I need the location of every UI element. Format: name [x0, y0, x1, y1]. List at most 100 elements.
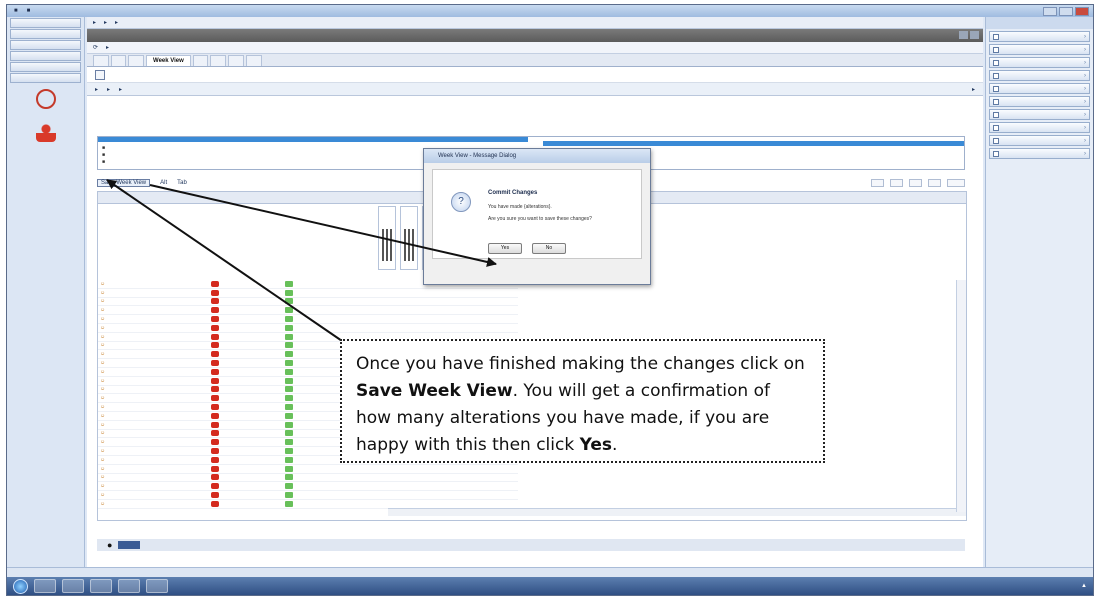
tab[interactable]: [245, 55, 262, 66]
mark-cell[interactable]: [285, 465, 293, 472]
panel-item[interactable]: ›: [989, 83, 1090, 94]
table-row[interactable]: [98, 474, 518, 483]
nav-item[interactable]: [10, 51, 81, 61]
header-button[interactable]: [970, 31, 979, 39]
table-row[interactable]: [98, 491, 518, 500]
titlebar-item[interactable]: ■: [24, 8, 34, 14]
panel-item[interactable]: ›: [989, 109, 1090, 120]
tab-button[interactable]: Tab: [177, 180, 187, 186]
mark-cell[interactable]: [285, 421, 293, 428]
toolbar-item[interactable]: ▸: [119, 86, 122, 93]
pupil-name[interactable]: [98, 334, 203, 340]
titlebar-item[interactable]: ■: [11, 8, 21, 14]
panel-item[interactable]: ›: [989, 31, 1090, 42]
mark-cell[interactable]: [285, 386, 293, 393]
panel-item[interactable]: ›: [989, 96, 1090, 107]
grid-tool[interactable]: [908, 179, 922, 187]
pupil-name[interactable]: [98, 404, 203, 410]
table-row[interactable]: [98, 324, 518, 333]
filter-bar[interactable]: [98, 137, 528, 142]
start-orb-icon[interactable]: [13, 578, 28, 594]
taskbar-app[interactable]: [90, 579, 112, 593]
refresh-icon[interactable]: ⟳: [93, 44, 98, 51]
close-button[interactable]: [1075, 6, 1089, 16]
tab-week-view[interactable]: Week View: [146, 55, 191, 66]
grid-tool[interactable]: [889, 179, 903, 187]
save-week-view-button[interactable]: Save Week View: [97, 179, 151, 187]
header-button[interactable]: [959, 31, 968, 39]
date-range[interactable]: ▸: [972, 86, 975, 93]
registration-tab[interactable]: [118, 541, 141, 549]
filter-bar[interactable]: [543, 141, 964, 146]
pupil-name[interactable]: [98, 448, 203, 454]
table-row[interactable]: [98, 289, 518, 298]
mark-cell[interactable]: [285, 395, 293, 402]
page-indicator[interactable]: [963, 527, 965, 533]
mark-cell[interactable]: [285, 360, 293, 367]
pupil-name[interactable]: [98, 386, 203, 392]
mark-cell[interactable]: [285, 280, 293, 287]
pupil-name[interactable]: [98, 351, 203, 357]
filter-line[interactable]: ■: [102, 152, 105, 158]
mark-cell[interactable]: [285, 324, 293, 331]
maximize-button[interactable]: [1059, 6, 1073, 16]
mark-cell[interactable]: [285, 368, 293, 375]
pupil-name[interactable]: [98, 483, 203, 489]
mark-cell[interactable]: [285, 351, 293, 358]
panel-item[interactable]: ›: [989, 57, 1090, 68]
toolbar-item[interactable]: ▸: [106, 44, 109, 51]
pupil-name[interactable]: [98, 325, 203, 331]
grid-tool[interactable]: [927, 179, 941, 187]
table-row[interactable]: [98, 298, 518, 307]
pupil-name[interactable]: [98, 316, 203, 322]
pupil-name[interactable]: [98, 501, 203, 507]
toolbar-item[interactable]: ▸: [95, 86, 98, 93]
period-column[interactable]: [378, 206, 396, 270]
mark-cell[interactable]: [285, 307, 293, 314]
minimize-button[interactable]: [1043, 6, 1057, 16]
clock-icon[interactable]: [35, 89, 56, 109]
mark-cell[interactable]: [285, 439, 293, 446]
nav-item[interactable]: [10, 73, 81, 83]
nav-item[interactable]: [10, 18, 81, 28]
person-icon[interactable]: [35, 122, 56, 142]
mark-cell[interactable]: [285, 333, 293, 340]
table-row[interactable]: [98, 465, 518, 474]
toolbar-item[interactable]: ▸: [104, 19, 107, 26]
panel-item[interactable]: ›: [989, 148, 1090, 159]
table-row[interactable]: [98, 315, 518, 324]
toolbar-item[interactable]: ▸: [107, 86, 110, 93]
mark-cell[interactable]: [285, 412, 293, 419]
mark-cell[interactable]: [285, 298, 293, 305]
mark-cell[interactable]: [285, 448, 293, 455]
taskbar-app[interactable]: [118, 579, 140, 593]
period-column[interactable]: [400, 206, 418, 270]
tab[interactable]: [192, 55, 209, 66]
nav-item[interactable]: [10, 40, 81, 50]
mark-cell[interactable]: [285, 500, 293, 507]
pupil-name[interactable]: [98, 307, 203, 313]
table-row[interactable]: [98, 482, 518, 492]
pupil-name[interactable]: [98, 439, 203, 445]
mark-cell[interactable]: [285, 483, 293, 490]
mark-cell[interactable]: [285, 342, 293, 349]
pupil-name[interactable]: [98, 422, 203, 428]
nav-item[interactable]: [10, 29, 81, 39]
mark-cell[interactable]: [285, 492, 293, 499]
mark-cell[interactable]: [285, 316, 293, 323]
pupil-name[interactable]: [98, 369, 203, 375]
pupil-name[interactable]: [98, 492, 203, 498]
pupil-name[interactable]: [98, 474, 203, 480]
mark-cell[interactable]: [285, 404, 293, 411]
panel-item[interactable]: ›: [989, 44, 1090, 55]
grid-tool[interactable]: [946, 179, 965, 187]
panel-item[interactable]: ›: [989, 70, 1090, 81]
zoom-control[interactable]: [1087, 570, 1089, 576]
taskbar-app[interactable]: [62, 579, 84, 593]
pupil-name[interactable]: [98, 457, 203, 463]
panel-item[interactable]: ›: [989, 122, 1090, 133]
mark-cell[interactable]: [285, 377, 293, 384]
pupil-name[interactable]: [98, 298, 203, 304]
pupil-name[interactable]: [98, 430, 203, 436]
tab[interactable]: [110, 55, 127, 66]
